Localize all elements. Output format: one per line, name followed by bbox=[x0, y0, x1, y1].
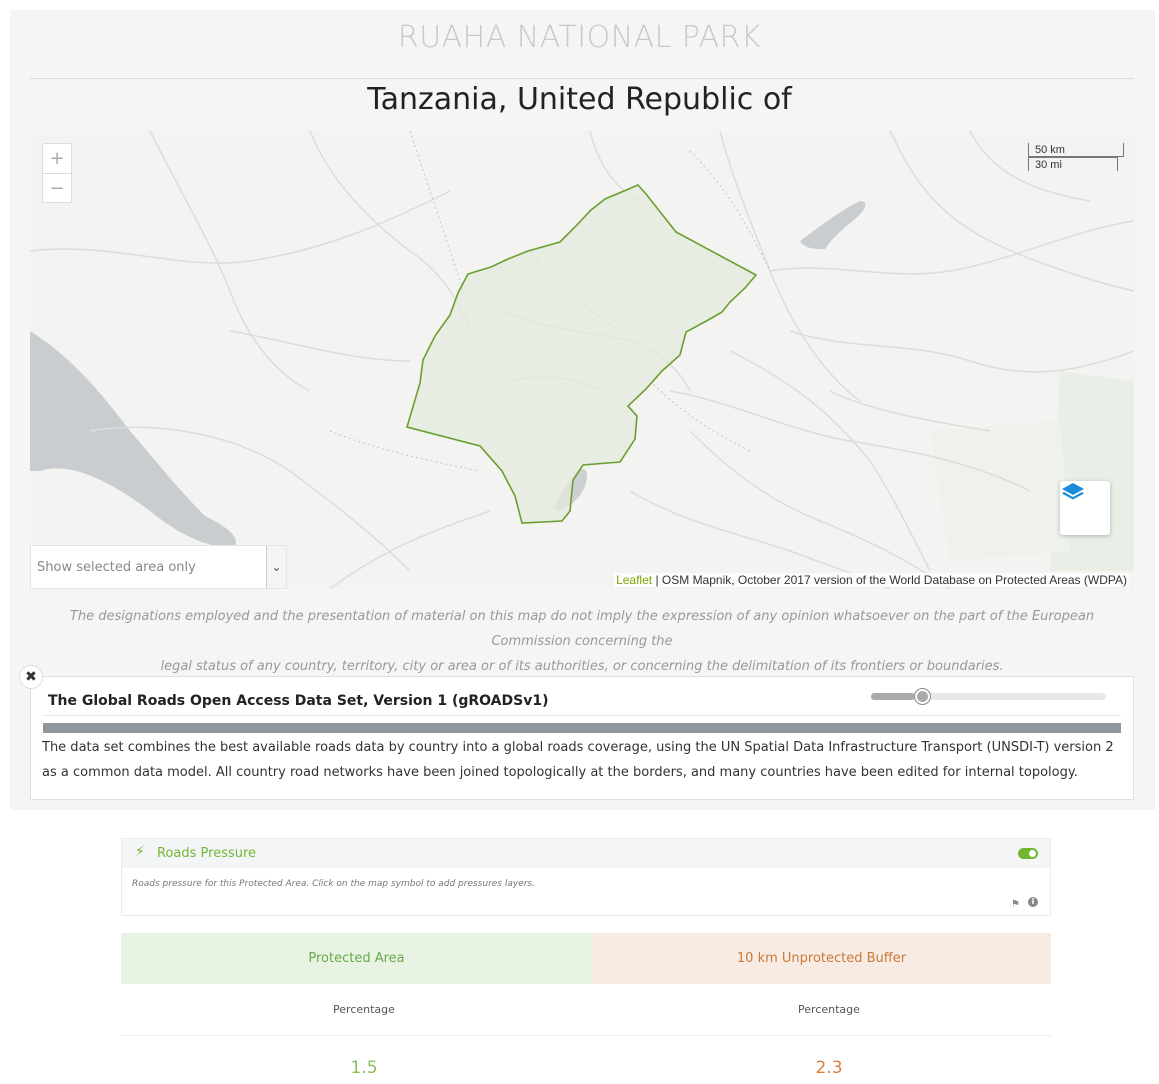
protected-area-value: 1.5 bbox=[350, 1058, 378, 1078]
opacity-slider-handle[interactable] bbox=[915, 689, 930, 704]
layer-title: The Global Roads Open Access Data Set, V… bbox=[48, 693, 549, 709]
buffer-value: 2.3 bbox=[815, 1058, 843, 1078]
leaflet-link[interactable]: Leaflet bbox=[616, 573, 652, 587]
area-filter-select[interactable]: Show selected area only ⌄ bbox=[30, 545, 287, 589]
zoom-out-button[interactable]: − bbox=[43, 173, 71, 202]
opacity-slider[interactable] bbox=[871, 689, 1106, 704]
zoom-in-button[interactable]: + bbox=[43, 144, 71, 173]
buffer-metric-label: Percentage bbox=[607, 984, 1051, 1036]
layers-button[interactable] bbox=[1060, 481, 1110, 535]
zoom-control: + − bbox=[42, 143, 72, 203]
title-divider bbox=[30, 78, 1134, 79]
roads-pressure-card: ⚡ Roads Pressure Roads pressure for this… bbox=[121, 838, 1051, 916]
roads-pressure-note: Roads pressure for this Protected Area. … bbox=[132, 879, 535, 889]
roads-pressure-header: ⚡ Roads Pressure bbox=[122, 839, 1050, 868]
map-scale: 50 km 30 mi bbox=[1028, 143, 1128, 171]
opacity-slider-fill bbox=[871, 693, 915, 700]
buffer-header: 10 km Unprotected Buffer bbox=[592, 933, 1051, 984]
park-title: RUAHA NATIONAL PARK bbox=[397, 20, 762, 55]
bolt-icon: ⚡ bbox=[135, 844, 145, 860]
toggle-knob bbox=[1029, 850, 1036, 857]
layer-info-card: ✖ The Global Roads Open Access Data Set,… bbox=[19, 665, 1134, 800]
layer-description: The data set combines the best available… bbox=[42, 740, 1114, 780]
roads-pressure-toggle[interactable] bbox=[1018, 848, 1038, 859]
info-icon[interactable]: i bbox=[1028, 897, 1038, 907]
protected-area-metric-label: Percentage bbox=[121, 984, 607, 1036]
map-view[interactable]: + − 50 km 30 mi Show selected area only … bbox=[30, 131, 1134, 589]
protected-area-header: Protected Area bbox=[121, 933, 592, 984]
map-basemap bbox=[30, 131, 1134, 589]
close-icon[interactable]: ✖ bbox=[19, 665, 43, 689]
layer-divider bbox=[43, 715, 1121, 716]
area-filter-value: Show selected area only bbox=[37, 560, 196, 575]
disclaimer-line-1: The designations employed and the presen… bbox=[69, 609, 1095, 649]
scale-metric: 50 km bbox=[1028, 143, 1124, 157]
layers-icon bbox=[1062, 483, 1084, 500]
scale-imperial: 30 mi bbox=[1028, 157, 1118, 171]
layer-legend-bar bbox=[43, 723, 1121, 733]
chevron-down-icon[interactable]: ⌄ bbox=[266, 546, 286, 588]
map-disclaimer: The designations employed and the presen… bbox=[30, 604, 1134, 679]
map-icon[interactable]: ⚑ bbox=[1011, 899, 1020, 910]
attribution-text: | OSM Mapnik, October 2017 version of th… bbox=[652, 573, 1127, 587]
pressure-stats-table: Protected Area 10 km Unprotected Buffer … bbox=[121, 933, 1051, 1084]
map-attribution: Leaflet | OSM Mapnik, October 2017 versi… bbox=[614, 573, 1129, 587]
roads-pressure-title: Roads Pressure bbox=[157, 846, 257, 861]
country-title: Tanzania, United Republic of bbox=[367, 82, 792, 117]
